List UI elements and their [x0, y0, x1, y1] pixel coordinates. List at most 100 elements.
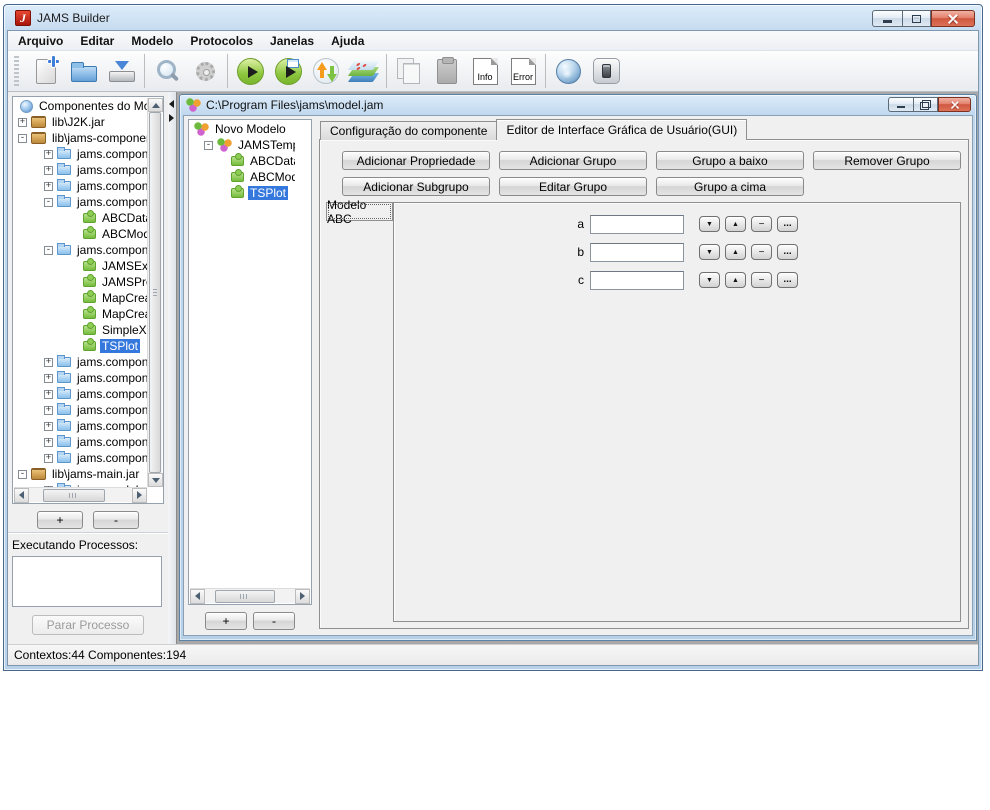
power-button[interactable]: [587, 53, 625, 89]
horizontal-scrollbar[interactable]: [14, 487, 147, 502]
tree-item-jams-componen[interactable]: +jams.componen: [14, 402, 147, 418]
field-move-up-button[interactable]: ▲: [725, 244, 746, 260]
search-button[interactable]: [148, 53, 186, 89]
field-remove-button[interactable]: −: [751, 272, 772, 288]
tree-item-tsplot[interactable]: TSPlot: [190, 185, 295, 201]
tree-item-mapcreato[interactable]: MapCreato: [14, 306, 147, 322]
tree-item-jams-componen[interactable]: +jams.componen: [14, 354, 147, 370]
scroll-left-button[interactable]: [190, 589, 205, 604]
collapse-toggle-icon[interactable]: -: [18, 470, 27, 479]
field-input-b[interactable]: [590, 243, 684, 262]
expand-toggle-icon[interactable]: +: [44, 406, 53, 415]
tree-item-jams-componen[interactable]: +jams.componen: [14, 162, 147, 178]
model-restore-button[interactable]: [913, 97, 938, 112]
editar-grupo-button[interactable]: Editar Grupo: [499, 177, 647, 196]
tab-editor-de-interface-gr-fica-de-usu-rio-gui[interactable]: Editor de Interface Gráfica de Usuário(G…: [496, 119, 747, 140]
maximize-button[interactable]: [902, 10, 931, 27]
menu-item-modelo[interactable]: Modelo: [131, 34, 173, 48]
add-component-button[interactable]: +: [37, 511, 83, 529]
close-button[interactable]: [931, 10, 975, 27]
menu-item-arquivo[interactable]: Arquivo: [18, 34, 63, 48]
tree-item-jams-componen[interactable]: +jams.componen: [14, 386, 147, 402]
menu-item-ajuda[interactable]: Ajuda: [331, 34, 364, 48]
model-minimize-button[interactable]: [888, 97, 913, 112]
tree-item-lib-jams-componen[interactable]: -lib\jams-componen: [14, 130, 147, 146]
vertical-scrollbar[interactable]: [147, 98, 162, 487]
tree-item-jams-componen[interactable]: -jams.componen: [14, 242, 147, 258]
toolbar-grip[interactable]: [14, 56, 19, 86]
expand-toggle-icon[interactable]: +: [44, 454, 53, 463]
title-bar[interactable]: J JAMS Builder: [7, 5, 979, 30]
scroll-up-button[interactable]: [148, 98, 163, 112]
field-dropdown-button[interactable]: ▼: [699, 272, 720, 288]
tree-item-simplexypl[interactable]: SimpleXYPl: [14, 322, 147, 338]
expand-toggle-icon[interactable]: +: [44, 150, 53, 159]
expand-toggle-icon[interactable]: +: [44, 390, 53, 399]
model-window-title-bar[interactable]: C:\Program Files\jams\model.jam: [183, 95, 973, 115]
field-remove-button[interactable]: −: [751, 216, 772, 232]
expand-toggle-icon[interactable]: +: [44, 358, 53, 367]
tree-item-mapcreato[interactable]: MapCreato: [14, 290, 147, 306]
adicionar-propriedade-button[interactable]: Adicionar Propriedade: [342, 151, 490, 170]
field-browse-button[interactable]: ...: [777, 272, 798, 288]
new-model-button[interactable]: [27, 53, 65, 89]
collapse-toggle-icon[interactable]: -: [18, 134, 27, 143]
expand-toggle-icon[interactable]: +: [44, 166, 53, 175]
update-button[interactable]: [307, 53, 345, 89]
horizontal-scrollbar[interactable]: [190, 588, 310, 603]
info-log-button[interactable]: Info: [466, 53, 504, 89]
field-move-up-button[interactable]: ▲: [725, 216, 746, 232]
field-input-a[interactable]: [590, 215, 684, 234]
split-divider[interactable]: [168, 92, 176, 644]
expand-toggle-icon[interactable]: +: [44, 182, 53, 191]
menu-item-editar[interactable]: Editar: [80, 34, 114, 48]
remove-component-button[interactable]: -: [93, 511, 139, 529]
collapse-right-icon[interactable]: [169, 114, 174, 122]
vertical-scroll-thumb[interactable]: [149, 112, 161, 473]
tree-item-abcdataread[interactable]: ABCDataRead: [190, 153, 295, 169]
collapse-toggle-icon[interactable]: -: [44, 198, 53, 207]
scroll-down-button[interactable]: [148, 473, 163, 487]
group-tab-modelo-abc[interactable]: Modelo ABC: [326, 202, 393, 221]
menu-item-janelas[interactable]: Janelas: [270, 34, 314, 48]
horizontal-scroll-thumb[interactable]: [215, 590, 275, 603]
tree-item-abcdatare[interactable]: ABCDataRe: [14, 210, 147, 226]
copy-button[interactable]: [390, 53, 428, 89]
settings-button[interactable]: [186, 53, 224, 89]
collapse-toggle-icon[interactable]: -: [44, 246, 53, 255]
tab-configura-o-do-componente[interactable]: Configuração do componente: [320, 121, 497, 140]
save-model-button[interactable]: [103, 53, 141, 89]
tree-item-jams-componen[interactable]: -jams.componen: [14, 194, 147, 210]
web-button[interactable]: [549, 53, 587, 89]
expand-toggle-icon[interactable]: +: [44, 438, 53, 447]
adicionar-grupo-button[interactable]: Adicionar Grupo: [499, 151, 647, 170]
tree-item-abcmodel[interactable]: ABCModel: [190, 169, 295, 185]
model-add-button[interactable]: +: [205, 612, 247, 630]
scroll-left-button[interactable]: [14, 488, 29, 503]
field-input-c[interactable]: [590, 271, 684, 290]
expand-toggle-icon[interactable]: +: [44, 374, 53, 383]
processes-list[interactable]: [12, 556, 162, 607]
tree-item-jamstemporalcor[interactable]: -JAMSTemporalCor: [190, 137, 295, 153]
expand-toggle-icon[interactable]: +: [18, 118, 27, 127]
paste-button[interactable]: [428, 53, 466, 89]
tree-item-tsplot[interactable]: TSPlot: [14, 338, 147, 354]
tree-item-jams-componen[interactable]: +jams.componen: [14, 450, 147, 466]
open-model-button[interactable]: [65, 53, 103, 89]
grupo-a-cima-button[interactable]: Grupo a cima: [656, 177, 804, 196]
horizontal-scroll-thumb[interactable]: [43, 489, 105, 502]
tree-item-lib-jams-main-jar[interactable]: -lib\jams-main.jar: [14, 466, 147, 482]
remover-grupo-button[interactable]: Remover Grupo: [813, 151, 961, 170]
grupo-a-baixo-button[interactable]: Grupo a baixo: [656, 151, 804, 170]
scroll-right-button[interactable]: [132, 488, 147, 503]
tree-item-jamsprogr[interactable]: JAMSProgr: [14, 274, 147, 290]
tree-item-jams-componen[interactable]: +jams.componen: [14, 418, 147, 434]
scroll-right-button[interactable]: [295, 589, 310, 604]
tree-item-jams-componen[interactable]: +jams.componen: [14, 370, 147, 386]
tree-item-jams-componen[interactable]: +jams.componen: [14, 146, 147, 162]
field-dropdown-button[interactable]: ▼: [699, 216, 720, 232]
tree-item-abcmodel[interactable]: ABCModel: [14, 226, 147, 242]
tree-item-jams-componen[interactable]: +jams.componen: [14, 434, 147, 450]
run-model-gui-button[interactable]: [269, 53, 307, 89]
stop-process-button[interactable]: Parar Processo: [32, 615, 144, 635]
